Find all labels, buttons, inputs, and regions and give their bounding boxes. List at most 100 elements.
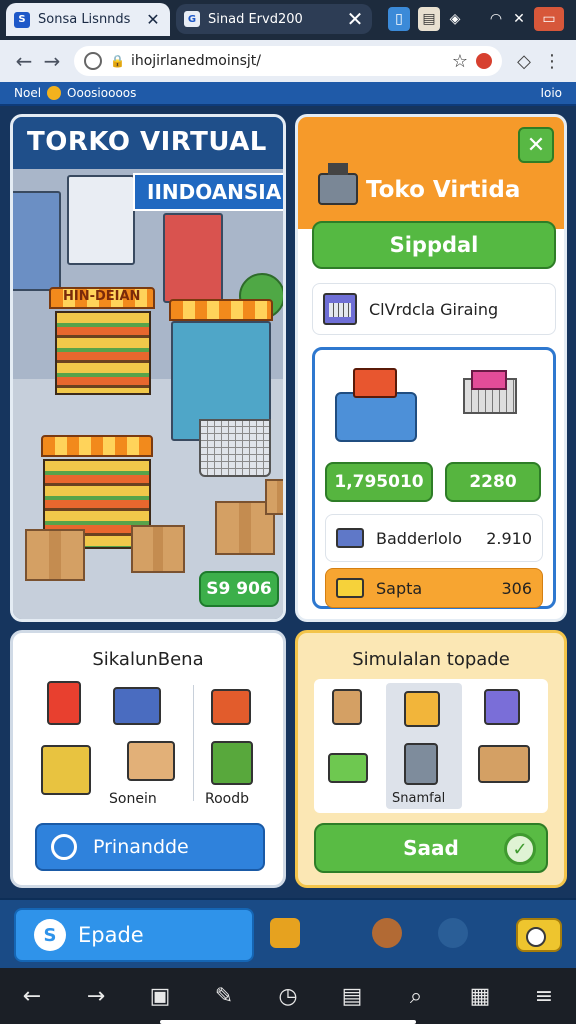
item-icon [336,578,364,598]
print-button[interactable]: Prinandde [35,823,265,871]
check-icon: ✓ [504,833,536,865]
panel-title: Toko Virtida [366,177,521,203]
logo-icon: S [34,919,66,951]
url-text: ihojirlanedmoinsjt/ [130,53,262,69]
checkout-card: 1,795010 2280 Badderlolo 2.910 Sapta 306 [312,347,556,609]
forward-icon[interactable]: → [78,984,114,1009]
product-icon[interactable] [328,753,368,783]
start-label: Epade [78,923,144,947]
item-label: Badderlolo [376,528,462,548]
item-grid: Snamfal [314,679,548,813]
notification-icon[interactable]: ▣ [142,984,178,1009]
gear-icon[interactable] [438,918,468,948]
save-button[interactable]: Saad ✓ [314,823,548,873]
bookmark-label[interactable]: Ioio [540,86,562,100]
simulation-panel: Simulalan topade Snamfal Saad ✓ [295,630,567,888]
home-indicator [160,1020,416,1024]
cart-icon[interactable] [484,689,520,725]
back-icon[interactable]: ← [14,984,50,1009]
box-icon[interactable] [332,689,362,725]
address-bar: ← → 🔒 ihojirlanedmoinsjt/ ☆ ◇ ⋮ [0,40,576,82]
shopping-cart-icon [463,370,521,420]
site-info-icon[interactable] [84,52,102,70]
bookmark-label[interactable]: Ooosioooos [67,86,136,100]
app-icon[interactable]: ▯ [388,7,410,31]
browser-tab-1[interactable]: S Sonsa Lisnnds ✕ [6,3,170,36]
bookmarks-bar: Noel Ooosioooos Ioio [0,82,576,106]
forward-button[interactable]: → [38,49,66,73]
app-bottom-bar: S Epade [0,898,576,968]
shield-icon: ◈ [449,11,461,27]
store-sign: HIN-DEIAN [63,289,141,304]
chat-icon[interactable] [372,918,402,948]
product-icon[interactable] [41,745,91,795]
tab-favicon: S [14,11,30,28]
cart-icon [323,293,357,325]
price-button[interactable]: 1,795010 [325,462,433,502]
panel-heading: Simulalan topade [352,649,510,670]
close-icon[interactable]: ✕ [346,7,364,31]
clipboard-icon[interactable]: ▤ [334,984,370,1009]
button-label: Saad [403,836,459,860]
product-icon[interactable] [211,741,253,785]
item-icon [336,528,364,548]
item-row[interactable]: Badderlolo 2.910 [325,514,543,562]
profile-icon[interactable]: ◇ [510,51,538,72]
item-value: 306 [501,578,532,598]
product-icon[interactable] [211,689,251,725]
panel-heading: SikalunBena [92,649,204,670]
coin-icon [47,86,62,100]
wifi-icon: ◠ [489,11,503,27]
cash-register-icon [335,368,417,444]
cart-icon[interactable] [404,691,440,727]
item-row[interactable]: Sapta 306 [325,568,543,608]
product-icon[interactable] [47,681,81,725]
system-nav-bar: ← → ▣ ✎ ◷ ▤ ⌕ ▦ ≡ [0,968,576,1024]
inventory-panel: SikalunBena Sonein Roodb Prinandde [10,630,286,888]
shopping-cart-icon [199,419,271,477]
cash-register-icon [318,163,358,205]
price-button[interactable]: S9 906 [199,571,279,607]
bookmark-star-icon[interactable]: ☆ [452,51,468,72]
start-button[interactable]: S Epade [14,908,254,962]
product-icon[interactable] [404,743,438,785]
store-control-panel: ✕ Toko Virtida Sippdal ClVrdcla Giraing … [295,114,567,622]
checkout-row[interactable]: ClVrdcla Giraing [312,283,556,335]
checkout-label: ClVrdcla Giraing [369,299,499,319]
search-icon[interactable]: ⌕ [398,984,434,1009]
chat-icon [51,834,77,860]
pen-icon[interactable]: ✎ [206,984,242,1009]
item-value: 2.910 [486,528,532,548]
item-label: Sonein [109,791,157,807]
store-scene-panel: HIN-DEIAN TORKO VIRTUAL IINDOANSIAI S9 9… [10,114,286,622]
browser-tab-2[interactable]: G Sinad Ervd200 ✕ [176,4,372,34]
product-icon[interactable] [113,687,161,725]
primary-button[interactable]: Sippdal [312,221,556,269]
lock-icon: 🔒 [110,54,125,68]
menu-icon[interactable]: ≡ [526,984,562,1009]
close-icon[interactable]: ✕ [144,10,162,29]
toggle-switch[interactable] [516,918,562,952]
browser-tab-bar: S Sonsa Lisnnds ✕ G Sinad Ervd200 ✕ ▯ ▤ … [0,0,576,40]
price-button[interactable]: 2280 [445,462,541,502]
bookmark-label[interactable]: Noel [14,86,41,100]
box-icon[interactable] [127,741,175,781]
app-icon[interactable]: ▤ [418,7,440,31]
item-label: Sapta [376,578,423,598]
clock-icon[interactable]: ◷ [270,984,306,1009]
store-icon[interactable] [270,918,300,948]
tab-title: Sonsa Lisnnds [38,12,131,27]
back-button[interactable]: ← [10,49,38,73]
menu-icon[interactable]: ⋮ [538,51,566,72]
extension-icon[interactable] [476,53,492,69]
tab-favicon: G [184,11,200,27]
box-icon[interactable] [478,745,530,783]
page-subtitle: IINDOANSIAI [133,173,283,211]
store-illustration: HIN-DEIAN [13,169,283,619]
close-icon: ✕ [513,11,525,27]
url-field[interactable]: 🔒 ihojirlanedmoinsjt/ ☆ [74,46,502,76]
battery-icon: ▭ [534,7,564,31]
close-button[interactable]: ✕ [518,127,554,163]
calendar-icon[interactable]: ▦ [462,984,498,1009]
button-label: Prinandde [93,836,189,858]
